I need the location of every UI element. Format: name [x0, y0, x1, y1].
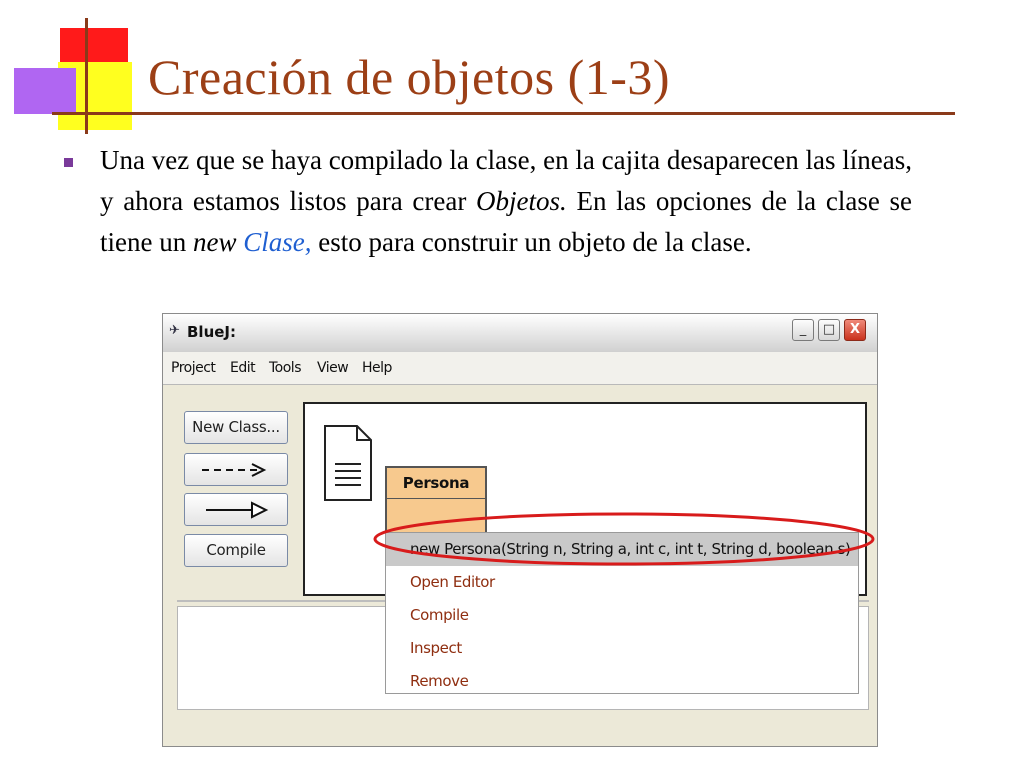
- bluej-bird-icon: ✈: [169, 323, 180, 338]
- context-menu: new Persona(String n, String a, int c, i…: [385, 532, 859, 694]
- class-separator: [387, 498, 485, 499]
- dashed-arrow-icon: [202, 463, 267, 477]
- decor-purple-square: [14, 68, 76, 114]
- menu-bar: Project Edit Tools View Help: [163, 352, 877, 385]
- menu-project[interactable]: Project: [171, 360, 216, 376]
- decor-vertical-line: [85, 18, 88, 134]
- window-title: BlueJ:: [187, 323, 237, 341]
- menu-item-open-editor[interactable]: Open Editor: [386, 566, 858, 599]
- text-new: new: [192, 227, 237, 257]
- maximize-button[interactable]: □: [818, 319, 840, 341]
- text-clase: Clase,: [243, 227, 312, 257]
- menu-item-new-persona[interactable]: new Persona(String n, String a, int c, i…: [386, 533, 858, 566]
- text-part-3: esto para construir un objeto de la clas…: [311, 227, 752, 257]
- menu-view[interactable]: View: [317, 360, 349, 376]
- new-class-button[interactable]: New Class...: [184, 411, 288, 444]
- bullet-marker: [64, 158, 73, 167]
- minimize-button[interactable]: _: [792, 319, 814, 341]
- class-name: Persona: [402, 474, 470, 492]
- close-button[interactable]: X: [844, 319, 866, 341]
- menu-tools[interactable]: Tools: [269, 360, 302, 376]
- title-underline: [135, 112, 955, 115]
- menu-help[interactable]: Help: [362, 360, 392, 376]
- slide-title: Creación de objetos (1-3): [148, 49, 671, 105]
- compile-button[interactable]: Compile: [184, 534, 288, 567]
- bluej-window: ✈ BlueJ: _ □ X Project Edit Tools View H…: [162, 313, 878, 747]
- hollow-arrow-icon: [206, 501, 269, 519]
- window-titlebar[interactable]: ✈ BlueJ: _ □ X: [163, 314, 877, 353]
- menu-item-remove[interactable]: Remove: [386, 665, 858, 698]
- decor-horizontal-line: [52, 112, 140, 115]
- slide-paragraph: Una vez que se haya compilado la clase, …: [100, 140, 912, 263]
- inheritance-arrow-button[interactable]: [184, 493, 288, 526]
- dependency-arrow-button[interactable]: [184, 453, 288, 486]
- text-objetos: Objetos.: [476, 186, 567, 216]
- menu-edit[interactable]: Edit: [230, 360, 256, 376]
- menu-item-compile[interactable]: Compile: [386, 599, 858, 632]
- menu-item-inspect[interactable]: Inspect: [386, 632, 858, 665]
- readme-document-icon[interactable]: [323, 424, 373, 502]
